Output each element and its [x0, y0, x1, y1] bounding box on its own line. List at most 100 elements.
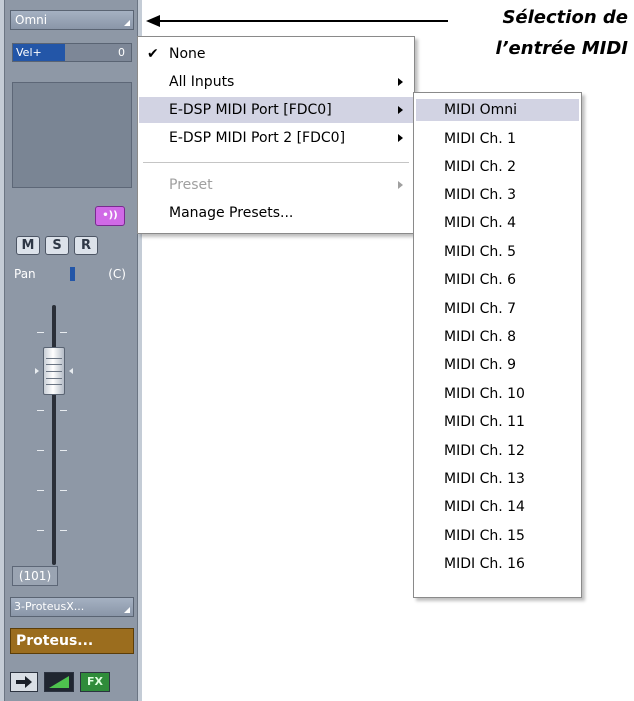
menu-item-label: E-DSP MIDI Port [FDC0]: [169, 102, 332, 118]
submenu-item-label: MIDI Ch. 11: [444, 414, 525, 430]
track-name[interactable]: Proteus...: [10, 628, 134, 654]
fader-handle[interactable]: [43, 347, 65, 395]
fader-tick: [37, 410, 44, 411]
fader-tick: [60, 490, 67, 491]
fx-button[interactable]: FX: [80, 672, 110, 692]
menu-separator: [143, 162, 409, 163]
send-icon: •)): [102, 210, 118, 221]
submenu-item-label: MIDI Ch. 12: [444, 443, 525, 459]
fader-tick: [60, 530, 67, 531]
submenu-item-label: MIDI Ch. 14: [444, 499, 525, 515]
submenu-item-label: MIDI Ch. 15: [444, 528, 525, 544]
velocity-label: Vel+: [16, 46, 42, 59]
automation-ramp-icon: [49, 676, 69, 688]
menu-item-label: None: [169, 46, 206, 62]
submenu-item-label: MIDI Ch. 2: [444, 159, 517, 175]
fader-grip-line: [46, 371, 62, 372]
submenu-item-midi-ch-1[interactable]: MIDI Ch. 1: [416, 128, 579, 150]
dropdown-corner-icon: [124, 607, 130, 613]
record-arm-button[interactable]: R: [74, 236, 98, 255]
submenu-item-label: MIDI Ch. 5: [444, 244, 517, 260]
fader-tick: [37, 490, 44, 491]
fader-tick: [37, 332, 44, 333]
submenu-item-midi-ch-6[interactable]: MIDI Ch. 6: [416, 269, 579, 291]
instrument-display-area: [12, 82, 132, 188]
fader-track: [52, 305, 56, 565]
submenu-item-label: MIDI Ch. 16: [444, 556, 525, 572]
submenu-item-midi-ch-16[interactable]: MIDI Ch. 16: [416, 553, 579, 575]
submenu-item-label: MIDI Ch. 4: [444, 215, 517, 231]
submenu-item-midi-ch-10[interactable]: MIDI Ch. 10: [416, 383, 579, 405]
submenu-item-midi-ch-7[interactable]: MIDI Ch. 7: [416, 298, 579, 320]
submenu-arrow-icon: [398, 78, 403, 86]
fader-tick: [37, 530, 44, 531]
submenu-item-midi-ch-12[interactable]: MIDI Ch. 12: [416, 440, 579, 462]
submenu-item-label: MIDI Ch. 9: [444, 357, 517, 373]
callout-text-line-2: l’entrée MIDI: [495, 38, 628, 59]
menu-item-none[interactable]: ✔ None: [139, 41, 413, 67]
submenu-item-label: MIDI Ch. 1: [444, 131, 517, 147]
fader-pointer-icon: [69, 368, 73, 374]
fader-tick: [60, 450, 67, 451]
submenu-arrow-icon: [398, 181, 403, 189]
midi-input-select[interactable]: Omni: [10, 10, 134, 30]
menu-item-edsp-midi-port-2[interactable]: E-DSP MIDI Port 2 [FDC0]: [139, 125, 413, 151]
fader-grip-line: [46, 384, 62, 385]
fader-grip-line: [46, 358, 62, 359]
submenu-item-midi-ch-5[interactable]: MIDI Ch. 5: [416, 241, 579, 263]
submenu-item-label: MIDI Ch. 10: [444, 386, 525, 402]
midi-channel-submenu: MIDI Omni MIDI Ch. 1 MIDI Ch. 2 MIDI Ch.…: [413, 92, 582, 598]
output-select[interactable]: 3-ProteusX...: [10, 597, 134, 617]
dropdown-corner-icon: [124, 20, 130, 26]
submenu-arrow-icon: [398, 134, 403, 142]
submenu-item-label: MIDI Ch. 8: [444, 329, 517, 345]
fader-grip-line: [46, 378, 62, 379]
submenu-item-midi-ch-14[interactable]: MIDI Ch. 14: [416, 496, 579, 518]
routing-button[interactable]: [10, 672, 38, 692]
automation-button[interactable]: [44, 672, 74, 692]
fx-send-button[interactable]: •)): [95, 206, 125, 226]
menu-item-label: Preset: [169, 177, 213, 193]
menu-item-preset: Preset: [139, 172, 413, 198]
submenu-item-midi-ch-2[interactable]: MIDI Ch. 2: [416, 156, 579, 178]
submenu-item-midi-ch-15[interactable]: MIDI Ch. 15: [416, 525, 579, 547]
output-select-value: 3-ProteusX...: [14, 600, 85, 613]
menu-item-label: All Inputs: [169, 74, 235, 90]
submenu-item-label: MIDI Ch. 3: [444, 187, 517, 203]
fader-grip-line: [46, 364, 62, 365]
arrow-right-icon: [16, 676, 32, 688]
fader-tick: [60, 410, 67, 411]
submenu-item-label: MIDI Ch. 13: [444, 471, 525, 487]
mute-button[interactable]: M: [16, 236, 40, 255]
submenu-item-midi-ch-3[interactable]: MIDI Ch. 3: [416, 184, 579, 206]
submenu-item-midi-ch-9[interactable]: MIDI Ch. 9: [416, 354, 579, 376]
midi-input-select-value: Omni: [15, 13, 48, 27]
midi-input-menu: ✔ None All Inputs E-DSP MIDI Port [FDC0]…: [137, 36, 415, 234]
pan-value: (C): [108, 267, 126, 281]
pan-indicator: [70, 267, 75, 281]
pan-label: Pan: [14, 267, 36, 281]
fader-tick: [37, 450, 44, 451]
callout-text-line-1: Sélection de: [502, 7, 628, 28]
menu-item-label: Manage Presets...: [169, 205, 294, 221]
fader-level-readout: (101): [12, 566, 58, 586]
solo-button[interactable]: S: [45, 236, 69, 255]
menu-item-edsp-midi-port[interactable]: E-DSP MIDI Port [FDC0]: [139, 97, 413, 123]
menu-item-all-inputs[interactable]: All Inputs: [139, 69, 413, 95]
velocity-value: 0: [118, 46, 125, 59]
fader-pointer-icon: [35, 368, 39, 374]
menu-item-manage-presets[interactable]: Manage Presets...: [139, 200, 413, 226]
submenu-item-midi-ch-13[interactable]: MIDI Ch. 13: [416, 468, 579, 490]
submenu-item-label: MIDI Omni: [444, 102, 517, 118]
checkmark-icon: ✔: [147, 46, 159, 62]
callout-line: [158, 20, 448, 22]
submenu-arrow-icon: [398, 106, 403, 114]
submenu-item-midi-ch-8[interactable]: MIDI Ch. 8: [416, 326, 579, 348]
submenu-item-label: MIDI Ch. 7: [444, 301, 517, 317]
pan-control[interactable]: Pan (C): [12, 264, 132, 284]
submenu-item-midi-omni[interactable]: MIDI Omni: [416, 99, 579, 121]
velocity-slider[interactable]: Vel+ 0: [12, 43, 132, 62]
submenu-item-midi-ch-11[interactable]: MIDI Ch. 11: [416, 411, 579, 433]
submenu-item-midi-ch-4[interactable]: MIDI Ch. 4: [416, 212, 579, 234]
menu-item-label: E-DSP MIDI Port 2 [FDC0]: [169, 130, 346, 146]
